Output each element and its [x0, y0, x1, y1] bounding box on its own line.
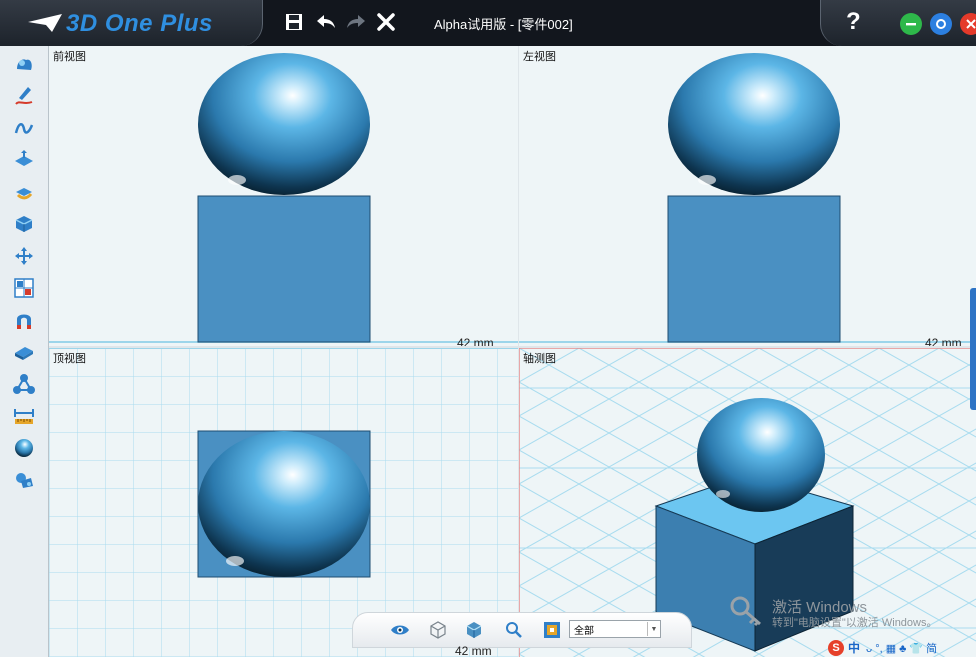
ime-language[interactable]: 中	[848, 639, 860, 656]
viewport-top[interactable]: 顶视图 42 mm	[49, 348, 518, 657]
scale-label: 42 mm	[457, 336, 494, 346]
wireframe-cube-icon[interactable]	[427, 619, 449, 641]
viewport-front[interactable]: 前视图 42 mm	[49, 46, 518, 346]
minimize-button[interactable]	[900, 13, 922, 35]
minimize-icon	[906, 23, 916, 26]
curve-icon[interactable]	[12, 116, 36, 140]
box-model	[197, 195, 371, 343]
viewport-label: 轴测图	[523, 353, 556, 365]
feature-icon[interactable]	[12, 148, 36, 172]
save-icon[interactable]	[282, 10, 306, 34]
view-eye-icon[interactable]	[389, 619, 411, 641]
box-model	[667, 195, 841, 343]
logo-arrow-icon	[28, 14, 62, 32]
help-button[interactable]: ?	[846, 8, 861, 36]
basic-solid-icon[interactable]	[12, 52, 36, 76]
sphere-model	[198, 53, 370, 195]
command-toolbar	[0, 46, 49, 657]
material-sphere-icon[interactable]	[12, 436, 36, 460]
window-title: Alpha试用版 - [零件002]	[434, 17, 573, 32]
array-icon[interactable]	[12, 276, 36, 300]
left-view-scene	[519, 53, 976, 343]
scale-label: 42 mm	[455, 644, 492, 657]
close-button[interactable]	[960, 13, 976, 35]
viewport-label: 左视图	[523, 51, 556, 63]
sketch-draw-icon[interactable]	[12, 84, 36, 108]
filter-select-value: 全部	[574, 625, 594, 637]
close-document-icon[interactable]	[374, 10, 398, 34]
assembly-icon[interactable]	[12, 372, 36, 396]
filter-select[interactable]: 全部 ▼	[569, 620, 661, 638]
watermark-subtitle: 转到"电脑设置"以激活 Windows。	[772, 617, 938, 629]
ime-logo-icon: S	[828, 639, 844, 656]
redo-icon[interactable]	[344, 10, 368, 34]
view-control-bar: 全部 ▼	[352, 612, 692, 648]
combine-icon[interactable]	[12, 212, 36, 236]
viewport-left[interactable]: 左视图 42 mm	[519, 46, 976, 346]
top-view-scene	[49, 348, 518, 657]
measure-icon[interactable]	[12, 404, 36, 428]
search-zoom-icon[interactable]	[503, 619, 525, 641]
special-feature-icon[interactable]	[12, 180, 36, 204]
ime-toolbar[interactable]: S 中 ᴗ °, ▦ ♣ 👕 简	[828, 638, 976, 657]
logo-panel: 3D One Plus	[0, 0, 263, 46]
maximize-icon	[936, 19, 946, 29]
window-controls-panel	[820, 0, 976, 46]
key-icon	[730, 596, 761, 627]
maximize-button[interactable]	[930, 13, 952, 35]
app-logo-text: 3D One Plus	[66, 10, 213, 37]
front-view-scene	[49, 53, 518, 343]
chevron-down-icon: ▼	[647, 622, 660, 636]
viewport-label: 顶视图	[53, 353, 86, 365]
undo-icon[interactable]	[314, 10, 338, 34]
viewport-label: 前视图	[53, 51, 86, 63]
component-library-icon[interactable]	[12, 468, 36, 492]
ime-tools[interactable]: ᴗ °, ▦ ♣ 👕 简	[866, 640, 937, 656]
solid-cube-icon[interactable]	[463, 619, 485, 641]
layer-filter-icon[interactable]	[541, 619, 563, 641]
scale-label: 42 mm	[925, 336, 962, 346]
title-bar: 3D One Plus Alpha试用版 - [零件002] ?	[0, 0, 976, 46]
magnet-icon[interactable]	[12, 308, 36, 332]
sphere-model	[198, 431, 370, 577]
cut-plane-icon[interactable]	[12, 340, 36, 364]
close-icon	[966, 19, 976, 29]
sphere-model	[668, 53, 840, 195]
side-panel-handle[interactable]	[970, 288, 976, 410]
move-icon[interactable]	[12, 244, 36, 268]
